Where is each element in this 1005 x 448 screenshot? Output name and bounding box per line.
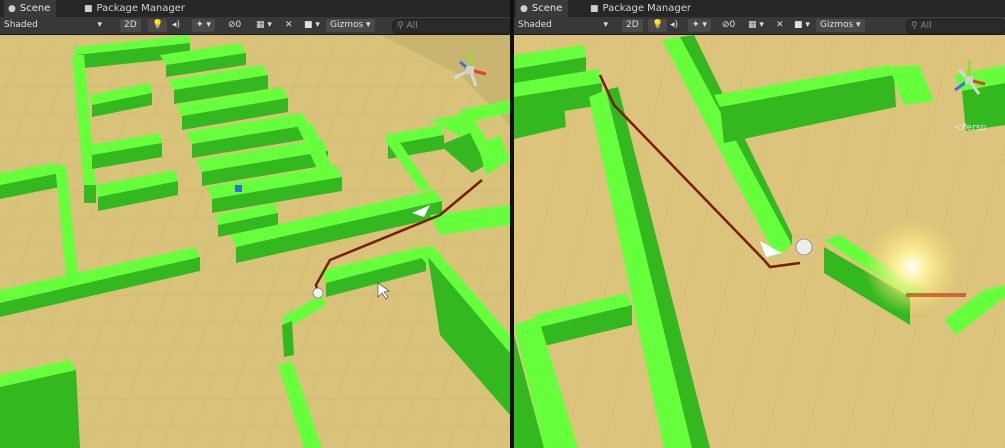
hidden-objects-icon[interactable]: ⊘0 bbox=[722, 19, 735, 32]
tools-icon[interactable]: ✕ bbox=[285, 19, 293, 32]
audio-toggle-icon[interactable]: ◂) bbox=[670, 19, 678, 32]
scene-search-input[interactable]: ⚲ All bbox=[392, 19, 510, 34]
gizmos-label: Gizmos bbox=[820, 20, 854, 30]
maze-scene-right bbox=[514, 35, 1005, 448]
effects-dropdown-icon[interactable]: ✦ ▾ bbox=[688, 19, 711, 32]
grid-toggle-icon[interactable]: ▦ ▾ bbox=[748, 19, 764, 32]
scene-toolbar: Shaded ▾ 2D 💡 ◂) ✦ ▾ ⊘0 ▦ ▾ ✕ ■ ▾ Gizmos… bbox=[514, 17, 1005, 35]
search-icon: ⚲ bbox=[397, 21, 404, 31]
gizmos-dropdown[interactable]: Gizmos ▾ bbox=[816, 19, 865, 32]
shading-mode-value: Shaded bbox=[4, 20, 38, 30]
lighting-toggle-icon[interactable]: 💡 bbox=[148, 19, 168, 32]
gizmos-label: Gizmos bbox=[330, 20, 364, 30]
search-placeholder: All bbox=[406, 21, 418, 31]
projection-label[interactable]: ≺Persp bbox=[954, 123, 986, 133]
tab-scene[interactable]: ● Scene bbox=[4, 0, 57, 17]
camera-dropdown-icon[interactable]: ■ ▾ bbox=[304, 19, 320, 32]
tab-bar: ● Scene ■ Package Manager bbox=[514, 0, 1005, 17]
lighting-toggle-icon[interactable]: 💡 bbox=[648, 19, 668, 32]
scene-search-input[interactable]: ⚲ All bbox=[906, 19, 1005, 34]
scene-icon: ● bbox=[520, 4, 528, 14]
scene-view-right: ● Scene ■ Package Manager Shaded ▾ 2D 💡 ◂)… bbox=[514, 0, 1005, 448]
chevron-down-icon: ▾ bbox=[97, 20, 102, 30]
2d-toggle[interactable]: 2D bbox=[622, 19, 643, 32]
ball-agent[interactable] bbox=[312, 287, 324, 299]
audio-toggle-icon[interactable]: ◂) bbox=[172, 19, 180, 32]
scene-toolbar: Shaded ▾ 2D 💡 ◂) ✦ ▾ ⊘0 ▦ ▾ ✕ ■ ▾ Gizmos… bbox=[0, 17, 510, 35]
tab-label: Package Manager bbox=[96, 3, 185, 14]
maze-scene-left bbox=[0, 35, 510, 448]
search-icon: ⚲ bbox=[911, 21, 918, 31]
shading-mode-dropdown[interactable]: Shaded ▾ bbox=[518, 19, 610, 32]
tab-bar: ● Scene ■ Package Manager bbox=[0, 0, 510, 17]
tools-icon[interactable]: ✕ bbox=[776, 19, 784, 32]
grid-toggle-icon[interactable]: ▦ ▾ bbox=[256, 19, 272, 32]
projection-value: Persp bbox=[961, 123, 987, 133]
tab-label: Scene bbox=[19, 3, 51, 14]
chevron-down-icon: ▾ bbox=[603, 20, 608, 30]
2d-label: 2D bbox=[124, 20, 137, 30]
tab-package-manager[interactable]: ■ Package Manager bbox=[80, 0, 191, 17]
package-icon: ■ bbox=[590, 4, 599, 14]
tab-label: Package Manager bbox=[602, 3, 691, 14]
tab-scene[interactable]: ● Scene bbox=[516, 0, 569, 17]
gizmos-dropdown[interactable]: Gizmos ▾ bbox=[326, 19, 375, 32]
tab-label: Scene bbox=[531, 3, 563, 14]
effects-dropdown-icon[interactable]: ✦ ▾ bbox=[192, 19, 215, 32]
scene-viewport[interactable] bbox=[0, 35, 510, 448]
scene-icon: ● bbox=[8, 4, 16, 14]
light-marker bbox=[906, 293, 966, 297]
scene-view-left: ● Scene ■ Package Manager Shaded ▾ 2D 💡 ◂)… bbox=[0, 0, 510, 448]
shading-mode-dropdown[interactable]: Shaded ▾ bbox=[4, 19, 104, 32]
package-icon: ■ bbox=[84, 4, 93, 14]
scene-viewport[interactable]: ≺Persp bbox=[514, 35, 1005, 448]
light-source-glow bbox=[864, 219, 960, 315]
wall bbox=[282, 321, 294, 357]
chevron-left-icon: ≺ bbox=[954, 123, 962, 133]
ball-agent[interactable] bbox=[795, 238, 813, 256]
2d-label: 2D bbox=[626, 20, 639, 30]
blue-target-cube[interactable] bbox=[235, 185, 242, 192]
tab-package-manager[interactable]: ■ Package Manager bbox=[586, 0, 697, 17]
hidden-objects-icon[interactable]: ⊘0 bbox=[228, 19, 241, 32]
search-placeholder: All bbox=[920, 21, 932, 31]
2d-toggle[interactable]: 2D bbox=[120, 19, 141, 32]
shading-mode-value: Shaded bbox=[518, 20, 552, 30]
camera-dropdown-icon[interactable]: ■ ▾ bbox=[794, 19, 810, 32]
wall bbox=[84, 185, 96, 203]
